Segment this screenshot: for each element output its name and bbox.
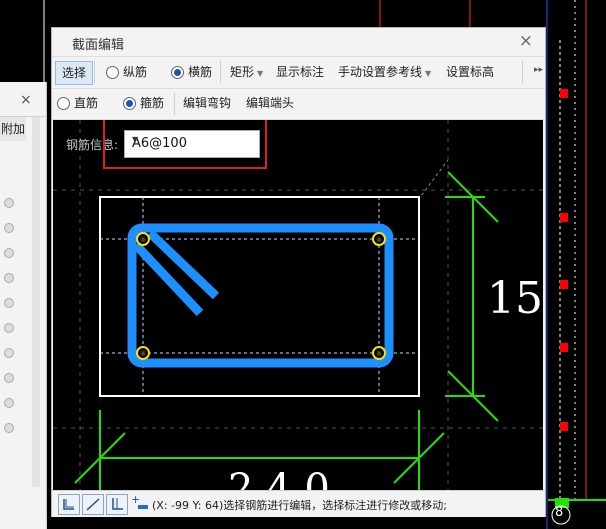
svg-text:☼: ☼ bbox=[376, 236, 382, 244]
chevron-down-icon: ▼ bbox=[257, 69, 264, 78]
close-icon[interactable]: × bbox=[519, 31, 533, 51]
show-dimension-button[interactable]: 显示标注 bbox=[276, 61, 324, 83]
add-dimension-icon[interactable]: + bbox=[130, 493, 150, 514]
left-panel-option-dot[interactable] bbox=[4, 398, 14, 408]
edit-end-button[interactable]: 编辑端头 bbox=[246, 92, 294, 114]
left-panel-add-tab[interactable]: 附加 bbox=[0, 117, 26, 141]
longitudinal-label[interactable]: 纵筋 bbox=[123, 61, 147, 83]
left-panel-option-dot[interactable] bbox=[4, 423, 14, 433]
shape-dropdown-label: 矩形 bbox=[230, 65, 255, 79]
svg-text:☼: ☼ bbox=[140, 236, 146, 244]
section-drawing[interactable]: ☼ ☼ ☼ ☼ 15 2 4 0 bbox=[53, 120, 543, 494]
left-panel-option-dot[interactable] bbox=[4, 248, 14, 258]
left-panel-option-dot[interactable] bbox=[4, 298, 14, 308]
corner-bar[interactable]: ☼ bbox=[136, 346, 150, 360]
vertical-dimension-text[interactable]: 15 bbox=[487, 273, 543, 324]
corner-bar[interactable]: ☼ bbox=[136, 232, 150, 246]
rebar-toolbar: 直筋 箍筋 编辑弯钩 编辑端头 bbox=[52, 89, 545, 120]
bottom-right-number: 8 bbox=[555, 505, 564, 520]
left-panel-option-dot[interactable] bbox=[4, 223, 14, 233]
red-marker bbox=[560, 343, 568, 352]
edit-hook-button[interactable]: 编辑弯钩 bbox=[183, 92, 231, 114]
red-marker bbox=[560, 213, 568, 222]
toolbar-divider bbox=[220, 61, 221, 83]
highlight-box bbox=[103, 120, 267, 169]
status-text: (X: -99 Y: 64)选择钢筋进行编辑，选择标注进行修改或移动; bbox=[152, 499, 447, 512]
snap-mode-icon[interactable] bbox=[106, 494, 128, 515]
straight-bar-label[interactable]: 直筋 bbox=[74, 92, 98, 114]
left-panel-close-icon[interactable]: × bbox=[20, 92, 32, 108]
set-elevation-button[interactable]: 设置标高 bbox=[446, 61, 494, 83]
toolbar-overflow-icon[interactable]: ▸▸ bbox=[534, 65, 543, 75]
left-panel-option-dot[interactable] bbox=[4, 323, 14, 333]
manual-reference-line-label: 手动设置参考线 bbox=[338, 65, 423, 79]
red-marker bbox=[560, 89, 568, 98]
stirrup-label[interactable]: 箍筋 bbox=[140, 92, 164, 114]
left-panel-option-dot[interactable] bbox=[4, 198, 14, 208]
svg-text:☼: ☼ bbox=[140, 350, 146, 358]
red-marker bbox=[560, 280, 568, 289]
polar-mode-icon[interactable] bbox=[82, 494, 104, 515]
main-toolbar: 选择 纵筋 横筋 矩形 ▼ 显示标注 手动设置参考线 ▼ 设置标高 ▸▸ bbox=[52, 57, 545, 89]
section-edit-dialog: 截面编辑 × 选择 纵筋 横筋 矩形 ▼ 显示标注 手动设置参考线 ▼ 设置标高 ▸… bbox=[51, 27, 546, 517]
svg-text:+: + bbox=[131, 494, 140, 506]
corner-bar[interactable]: ☼ bbox=[372, 232, 386, 246]
dialog-title: 截面编辑 bbox=[72, 38, 125, 53]
longitudinal-radio[interactable] bbox=[106, 66, 119, 79]
corner-bar[interactable]: ☼ bbox=[372, 346, 386, 360]
ortho-mode-icon[interactable] bbox=[58, 494, 80, 515]
status-bar: + (X: -99 Y: 64)选择钢筋进行编辑，选择标注进行修改或移动; bbox=[52, 490, 545, 517]
chevron-down-icon: ▼ bbox=[425, 69, 432, 78]
left-panel-scrollbar[interactable] bbox=[32, 117, 40, 487]
left-panel-option-dot[interactable] bbox=[4, 273, 14, 283]
select-button[interactable]: 选择 bbox=[55, 61, 93, 85]
red-marker bbox=[560, 422, 568, 431]
left-panel-option-dot[interactable] bbox=[4, 373, 14, 383]
toolbar-divider bbox=[522, 61, 523, 83]
toolbar-divider bbox=[94, 61, 95, 83]
transverse-radio[interactable] bbox=[171, 66, 184, 79]
straight-bar-radio[interactable] bbox=[57, 97, 70, 110]
dialog-titlebar[interactable]: 截面编辑 × bbox=[52, 28, 545, 57]
stirrup-radio[interactable] bbox=[123, 97, 136, 110]
toolbar-divider bbox=[174, 93, 175, 115]
transverse-label[interactable]: 横筋 bbox=[188, 61, 212, 83]
left-panel-option-dot[interactable] bbox=[4, 348, 14, 358]
manual-reference-line-dropdown[interactable]: 手动设置参考线 ▼ bbox=[338, 61, 431, 83]
shape-dropdown[interactable]: 矩形 ▼ bbox=[230, 61, 263, 83]
guide-line bbox=[417, 159, 449, 201]
svg-text:☼: ☼ bbox=[376, 350, 382, 358]
section-canvas[interactable]: ☼ ☼ ☼ ☼ 15 2 4 0 钢筋信息: A6@100 ▼ bbox=[53, 120, 543, 494]
